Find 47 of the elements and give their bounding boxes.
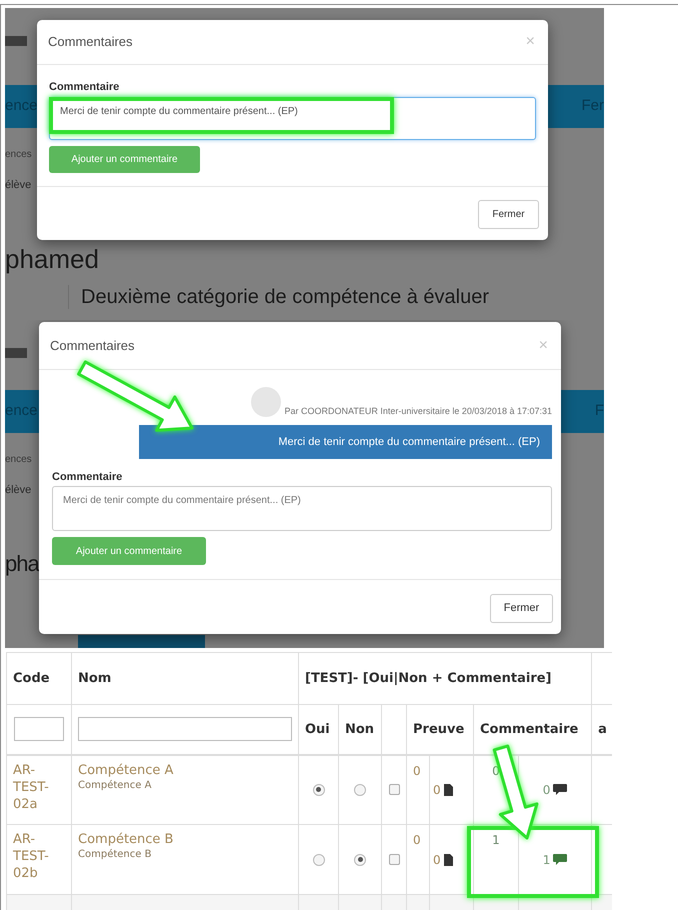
checkbox[interactable]: [388, 854, 400, 865]
logo-placeholder: [5, 348, 27, 358]
skill-subtitle: Compétence A: [78, 778, 152, 792]
field-label: Commentaire: [49, 80, 120, 94]
add-comment-button[interactable]: Ajouter un commentaire: [49, 146, 200, 173]
comment-bubble: Merci de tenir compte du commentaire présent... (EP): [139, 425, 552, 459]
filter-input[interactable]: [14, 717, 64, 742]
field-text: élève: [5, 178, 32, 192]
comment-author: Par COORDONATEUR Inter-universitaire le 20/03/2018 à 17:07:31: [284, 405, 552, 417]
checkbox[interactable]: [388, 784, 400, 796]
field-label: Commentaire: [52, 470, 124, 484]
logo-placeholder: [5, 36, 27, 46]
comment-input[interactable]: Merci de tenir compte du commentaire présent... (EP): [52, 486, 552, 531]
field-label: ences: [5, 454, 32, 466]
radio-button[interactable]: [354, 784, 366, 796]
skill-name[interactable]: Compétence B: [78, 831, 174, 848]
avatar: [250, 387, 281, 417]
close-dialog-button[interactable]: Fermer: [478, 200, 539, 229]
modal-title: Commentaires: [48, 33, 133, 52]
filter-input[interactable]: [78, 717, 292, 742]
speech-bubble-icon[interactable]: [553, 784, 568, 796]
count-text: 0: [406, 754, 430, 824]
file-icon: [444, 854, 453, 866]
count-text: 0: [433, 852, 441, 868]
add-comment-button[interactable]: Ajouter un commentaire: [52, 537, 206, 565]
count-text: 0: [433, 782, 441, 799]
section-heading: Deuxième catégorie de compétence à évaluer: [81, 285, 490, 309]
column-header: Code: [6, 652, 72, 704]
count-text: 0: [542, 782, 550, 799]
modal-title: Commentaires: [50, 336, 135, 355]
radio-button[interactable]: [354, 854, 366, 866]
field-text: élève: [5, 483, 32, 497]
column-header: [TEST]- [Oui|Non + Commentaire]: [298, 652, 592, 704]
page-heading: pha: [5, 550, 39, 578]
close-button[interactable]: ×: [538, 338, 548, 354]
code-link[interactable]: AR-TEST-02a: [6, 754, 72, 824]
count-text: 1: [542, 852, 550, 868]
skill-subtitle: Compétence B: [78, 848, 152, 862]
radio-button[interactable]: [312, 784, 324, 796]
column-header: Nom: [72, 652, 298, 704]
radio-button[interactable]: [312, 854, 324, 866]
skill-name[interactable]: Compétence A: [78, 762, 174, 778]
file-icon: [444, 784, 453, 796]
page-heading: phamed: [5, 244, 99, 274]
close-button[interactable]: ×: [526, 34, 535, 50]
field-label: ences: [5, 149, 32, 161]
close-dialog-button[interactable]: Fermer: [490, 594, 553, 623]
